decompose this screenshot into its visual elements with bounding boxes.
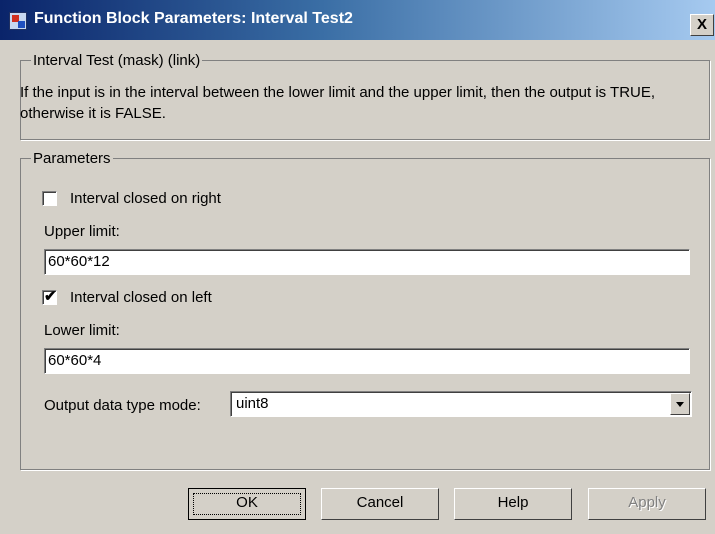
lower-limit-label: Lower limit: — [44, 322, 120, 339]
upper-limit-label: Upper limit: — [44, 223, 120, 240]
apply-button[interactable]: Apply — [588, 488, 706, 520]
close-button[interactable]: X — [690, 14, 714, 36]
output-mode-label: Output data type mode: — [44, 397, 201, 414]
parameters-legend: Parameters — [33, 150, 111, 167]
mask-description: If the input is in the interval between … — [20, 84, 656, 122]
closed-right-checkbox[interactable] — [42, 190, 57, 206]
closed-right-label: Interval closed on right — [70, 189, 221, 207]
ok-button[interactable]: OK — [188, 488, 306, 520]
closed-right-checkbox-row[interactable]: Interval closed on right — [42, 188, 221, 208]
lower-limit-field[interactable]: 60*60*4 — [44, 348, 690, 374]
mask-legend: Interval Test (mask) (link) — [33, 52, 201, 69]
chevron-down-icon[interactable] — [670, 393, 690, 415]
closed-left-checkbox-row[interactable]: ✔ Interval closed on left — [42, 287, 212, 307]
output-mode-value: uint8 — [236, 395, 269, 412]
closed-left-checkbox[interactable]: ✔ — [42, 287, 57, 305]
title-bar[interactable]: Function Block Parameters: Interval Test… — [0, 0, 715, 40]
check-mark-icon: ✔ — [44, 287, 57, 305]
help-button[interactable]: Help — [454, 488, 572, 520]
close-icon: X — [696, 16, 707, 33]
upper-limit-field[interactable]: 60*60*12 — [44, 249, 690, 275]
output-mode-select[interactable]: uint8 — [230, 391, 692, 417]
closed-left-label: Interval closed on left — [70, 288, 212, 306]
app-icon — [9, 12, 27, 30]
cancel-button[interactable]: Cancel — [321, 488, 439, 520]
window-title: Function Block Parameters: Interval Test… — [34, 10, 353, 27]
